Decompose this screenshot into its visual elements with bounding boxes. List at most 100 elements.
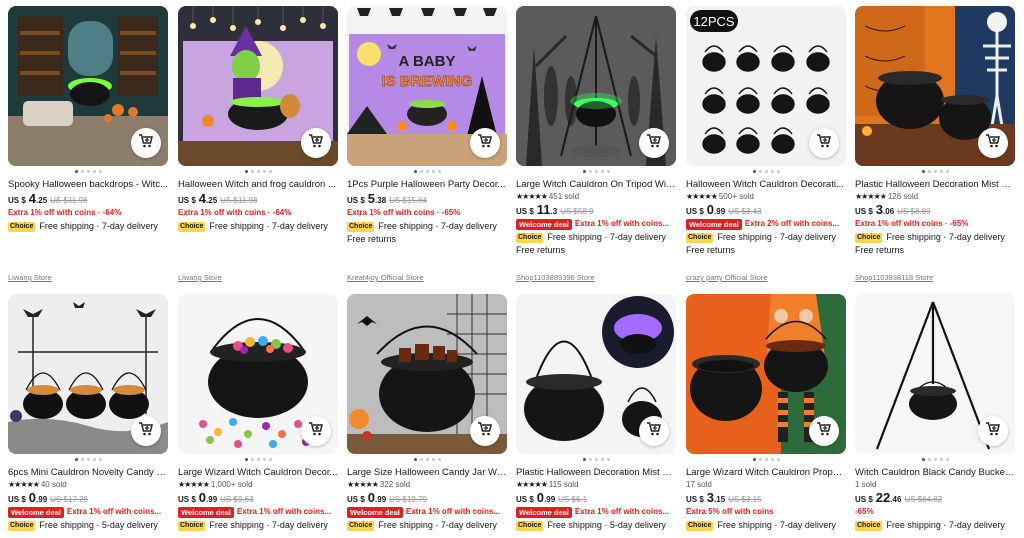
coins-promo: Welcome deal Extra 1% off with coins... bbox=[347, 506, 507, 518]
product-image[interactable] bbox=[347, 294, 507, 454]
rating-stars: ★★★★★ bbox=[855, 192, 887, 201]
product-title[interactable]: Plastic Halloween Decoration Mist S... bbox=[516, 467, 676, 479]
add-to-cart-button[interactable] bbox=[131, 416, 161, 446]
product-image[interactable] bbox=[178, 6, 338, 166]
image-carousel-dots[interactable] bbox=[686, 170, 846, 178]
product-card[interactable]: Large Wizard Witch Cauldron Decor... ★★★… bbox=[178, 294, 338, 532]
product-title[interactable]: Witch Cauldron Black Candy Bucket... bbox=[855, 467, 1015, 479]
rating-stars: ★★★★★ bbox=[516, 192, 548, 201]
shipping-info: Choice Free shipping · 7-day delivery bbox=[8, 221, 158, 232]
shipping-info: Choice Free shipping · 5-day delivery bbox=[516, 520, 666, 531]
product-title[interactable]: Large Size Halloween Candy Jar Wiz... bbox=[347, 467, 507, 479]
product-image[interactable] bbox=[516, 294, 676, 454]
store-link[interactable]: Shop1103938118 Store bbox=[855, 273, 933, 282]
cart-icon bbox=[308, 421, 324, 442]
product-image[interactable] bbox=[516, 6, 676, 166]
product-title[interactable]: Spooky Halloween backdrops - Witc... bbox=[8, 179, 168, 191]
coins-promo: Extra 1% off with coins · -64% bbox=[178, 208, 292, 217]
choice-badge: Choice bbox=[347, 520, 375, 531]
choice-badge: Choice bbox=[178, 520, 206, 531]
add-to-cart-button[interactable] bbox=[978, 128, 1008, 158]
image-carousel-dots[interactable] bbox=[347, 170, 507, 178]
store-link[interactable]: crazy party Official Store bbox=[686, 273, 768, 282]
product-image[interactable] bbox=[8, 294, 168, 454]
product-title[interactable]: Plastic Halloween Decoration Mist S... bbox=[855, 179, 1015, 191]
product-title[interactable]: Large Witch Cauldron On Tripod Wit... bbox=[516, 179, 676, 191]
product-card[interactable]: 12PCS Halloween Witch Cauldron Decorati.… bbox=[686, 6, 846, 282]
product-image[interactable] bbox=[855, 294, 1015, 454]
choice-badge: Choice bbox=[686, 520, 714, 531]
price: US $5.38 US $15.64 bbox=[347, 191, 507, 207]
add-to-cart-button[interactable] bbox=[470, 128, 500, 158]
image-carousel-dots[interactable] bbox=[8, 170, 168, 178]
store-link[interactable]: Kreat4joy Official Store bbox=[347, 273, 424, 282]
product-title[interactable]: Large Wizard Witch Cauldron Props ... bbox=[686, 467, 846, 479]
product-title[interactable]: Halloween Witch Cauldron Decorati... bbox=[686, 179, 846, 191]
product-card[interactable]: Plastic Halloween Decoration Mist S... ★… bbox=[855, 6, 1015, 282]
cart-icon bbox=[816, 421, 832, 442]
add-to-cart-button[interactable] bbox=[809, 128, 839, 158]
product-card[interactable]: A BABY IS BREWING 1Pcs Purple Halloween … bbox=[347, 6, 507, 282]
add-to-cart-button[interactable] bbox=[131, 128, 161, 158]
product-title[interactable]: Halloween Witch and frog cauldron ... bbox=[178, 179, 338, 191]
product-card[interactable]: Halloween Witch and frog cauldron ... US… bbox=[178, 6, 338, 282]
choice-badge: Choice bbox=[686, 232, 714, 243]
product-card[interactable]: Spooky Halloween backdrops - Witc... US … bbox=[8, 6, 168, 282]
product-title[interactable]: Large Wizard Witch Cauldron Decor... bbox=[178, 467, 338, 479]
store-link[interactable]: Liwang Store bbox=[8, 273, 52, 282]
shipping-info: Choice Free shipping · 7-day delivery bbox=[516, 232, 666, 243]
cart-icon bbox=[985, 421, 1001, 442]
store-link[interactable]: Shop1103889396 Store bbox=[516, 273, 595, 282]
image-carousel-dots[interactable] bbox=[178, 458, 338, 466]
sold-count: 1,000+ sold bbox=[210, 480, 253, 489]
welcome-deal-badge: Welcome deal bbox=[347, 506, 403, 518]
shipping-info: Choice Free shipping · 7-day delivery bbox=[686, 520, 836, 531]
cart-icon bbox=[477, 421, 493, 442]
shipping-info: Choice Free shipping · 7-day delivery bbox=[178, 520, 328, 531]
product-card[interactable]: Plastic Halloween Decoration Mist S... ★… bbox=[516, 294, 676, 532]
image-carousel-dots[interactable] bbox=[516, 458, 676, 466]
image-carousel-dots[interactable] bbox=[855, 458, 1015, 466]
choice-badge: Choice bbox=[516, 520, 544, 531]
product-title[interactable]: 1Pcs Purple Halloween Party Decor... bbox=[347, 179, 507, 191]
rating: ★★★★★ 126 sold bbox=[855, 191, 1015, 202]
product-image[interactable] bbox=[686, 294, 846, 454]
choice-badge: Choice bbox=[8, 221, 36, 232]
free-returns: Free returns bbox=[855, 245, 905, 255]
image-carousel-dots[interactable] bbox=[516, 170, 676, 178]
coins-promo: Extra 5% off with coins bbox=[686, 507, 774, 516]
product-card[interactable]: Large Witch Cauldron On Tripod Wit... ★★… bbox=[516, 6, 676, 282]
product-card[interactable]: Large Wizard Witch Cauldron Props ... 17… bbox=[686, 294, 846, 532]
choice-badge: Choice bbox=[178, 221, 206, 232]
add-to-cart-button[interactable] bbox=[639, 128, 669, 158]
image-carousel-dots[interactable] bbox=[8, 458, 168, 466]
sold-count: 115 sold bbox=[548, 480, 579, 489]
product-image[interactable] bbox=[8, 6, 168, 166]
product-title[interactable]: 6pcs Mini Cauldron Novelty Candy K... bbox=[8, 467, 168, 479]
product-image[interactable]: A BABY IS BREWING bbox=[347, 6, 507, 166]
add-to-cart-button[interactable] bbox=[978, 416, 1008, 446]
product-card[interactable]: 6pcs Mini Cauldron Novelty Candy K... ★★… bbox=[8, 294, 168, 532]
product-image[interactable] bbox=[178, 294, 338, 454]
shipping-info: Choice Free shipping · 5-day delivery bbox=[8, 520, 158, 531]
image-carousel-dots[interactable] bbox=[686, 458, 846, 466]
add-to-cart-button[interactable] bbox=[301, 416, 331, 446]
add-to-cart-button[interactable] bbox=[301, 128, 331, 158]
image-carousel-dots[interactable] bbox=[178, 170, 338, 178]
product-card[interactable]: Witch Cauldron Black Candy Bucket... 1 s… bbox=[855, 294, 1015, 532]
product-image[interactable]: 12PCS bbox=[686, 6, 846, 166]
add-to-cart-button[interactable] bbox=[470, 416, 500, 446]
welcome-deal-badge: Welcome deal bbox=[516, 218, 572, 230]
shipping-info: Choice Free shipping · 7-day delivery bbox=[855, 520, 1005, 531]
image-carousel-dots[interactable] bbox=[855, 170, 1015, 178]
coins-promo: Extra 1% off with coins · -65% bbox=[347, 208, 461, 217]
product-card[interactable]: Large Size Halloween Candy Jar Wiz... ★★… bbox=[347, 294, 507, 532]
cart-icon bbox=[816, 133, 832, 154]
image-carousel-dots[interactable] bbox=[347, 458, 507, 466]
add-to-cart-button[interactable] bbox=[639, 416, 669, 446]
store-link[interactable]: Liwang Store bbox=[178, 273, 222, 282]
product-image[interactable] bbox=[855, 6, 1015, 166]
add-to-cart-button[interactable] bbox=[809, 416, 839, 446]
sold-count: 1 sold bbox=[855, 480, 877, 489]
cart-icon bbox=[985, 133, 1001, 154]
